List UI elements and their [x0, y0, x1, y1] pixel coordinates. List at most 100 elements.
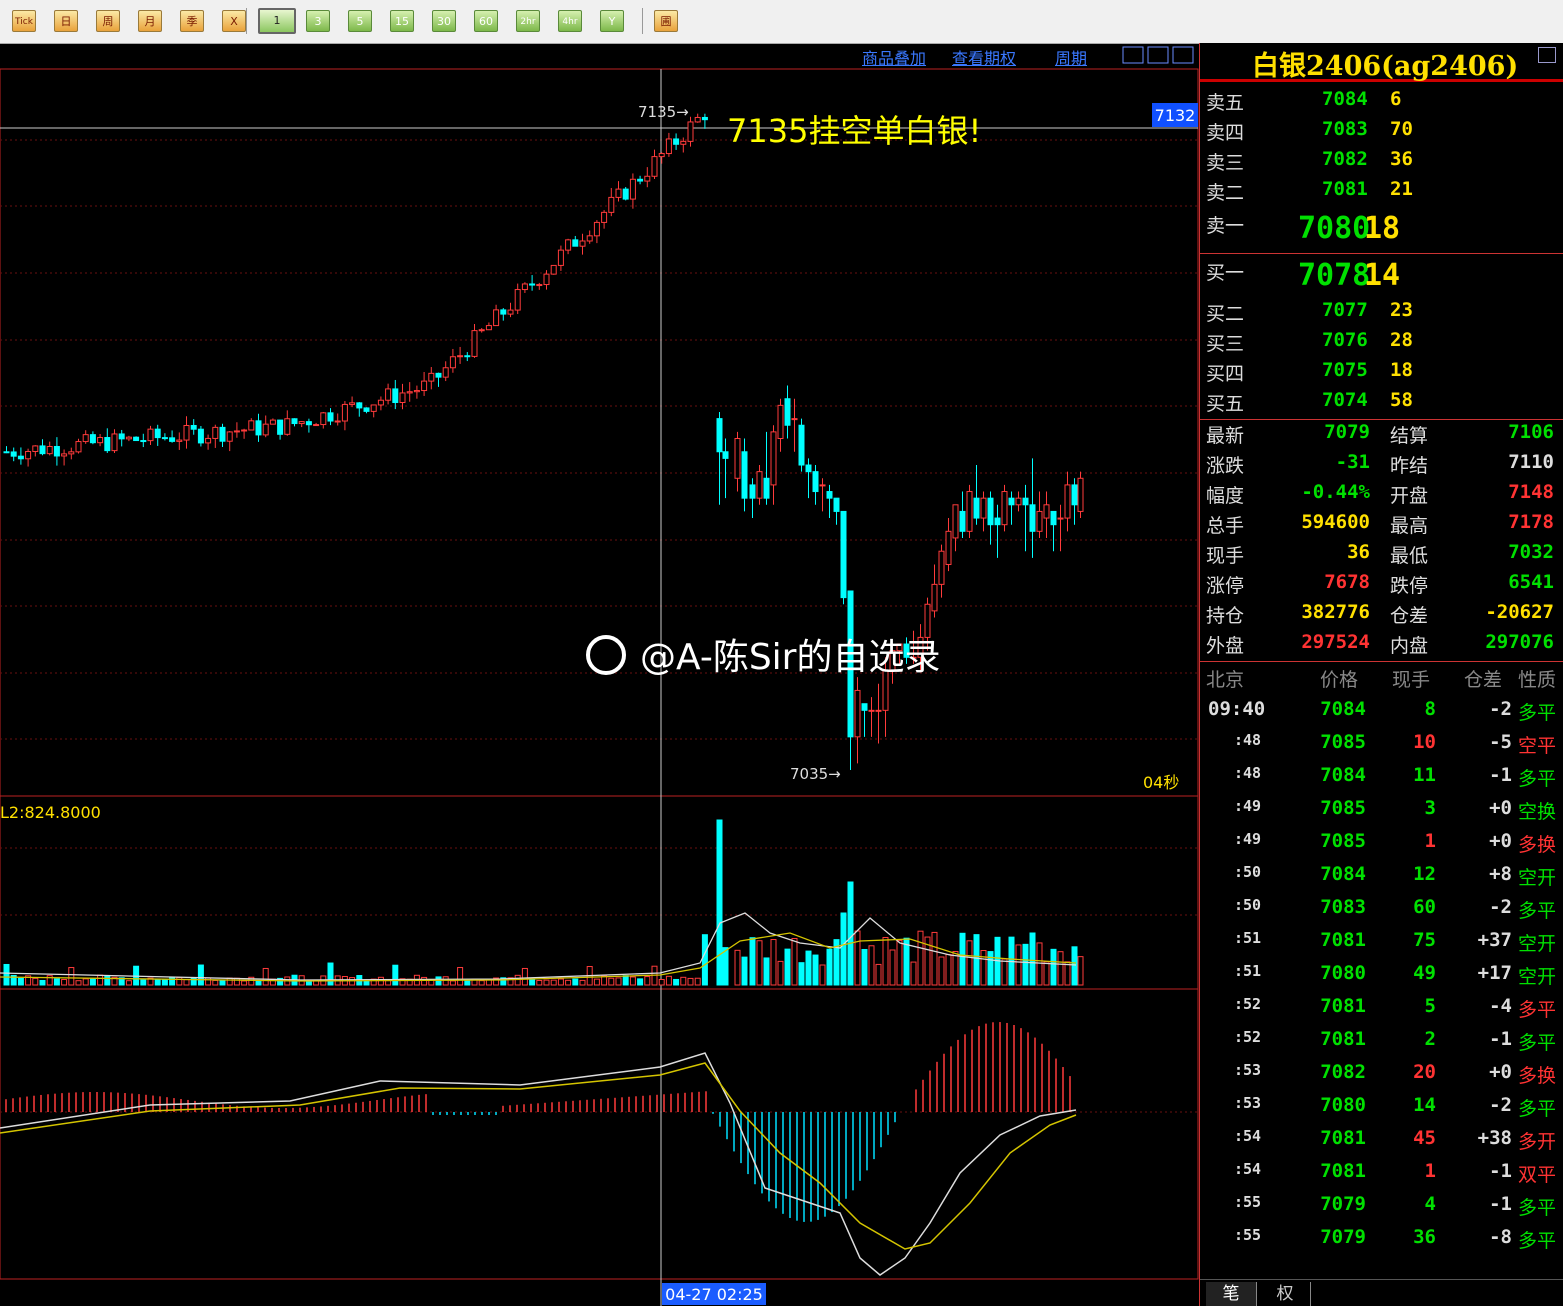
volume-bar — [464, 979, 471, 986]
volume-bar — [826, 948, 833, 986]
stat-value: 36 — [1347, 541, 1370, 563]
volume-bar — [673, 978, 680, 986]
panel-tab-1[interactable]: 权 — [1260, 1282, 1311, 1306]
trade-time: :50 — [1234, 896, 1262, 914]
period-button-6[interactable]: 1 — [258, 8, 296, 34]
price-candle — [543, 273, 550, 286]
price-candle — [959, 510, 966, 532]
panel-tab-0[interactable]: 笔 — [1206, 1282, 1257, 1306]
price-candle — [805, 464, 812, 473]
price-candle — [840, 510, 847, 599]
volume-bar — [749, 937, 756, 986]
stat-row: 外盘 297524 内盘 297076 — [1200, 631, 1563, 661]
price-candle — [356, 402, 363, 409]
volume-bar — [161, 979, 168, 986]
price-candle — [75, 441, 82, 453]
kline-chart[interactable]: 7135→ 7035→ 7135挂空单白银! 7132 04秒 L2:824.8000 04… — [0, 43, 1199, 1306]
period-link[interactable]: 周期 — [1055, 45, 1087, 69]
volume-bar — [363, 980, 370, 986]
ask-price: 7081 — [1322, 178, 1368, 200]
price-candle — [428, 372, 435, 382]
stat-value: 7678 — [1324, 571, 1370, 593]
period-button-10[interactable]: 30 — [432, 10, 456, 32]
bid-row: 买二 7077 23 — [1200, 299, 1563, 329]
price-candle — [17, 455, 24, 460]
price-candle — [61, 453, 68, 457]
trade-time: :51 — [1234, 929, 1262, 947]
annotation-text: 7135挂空单白银! — [727, 112, 981, 150]
period-button-2[interactable]: 周 — [96, 10, 120, 32]
trade-header: 仓差 — [1464, 669, 1503, 691]
view-options-link[interactable]: 查看期权 — [952, 45, 1016, 69]
trade-price: 7085 — [1320, 830, 1366, 852]
period-button-14[interactable]: Y — [600, 10, 624, 32]
trade-qty: 75 — [1413, 929, 1436, 951]
period-button-7[interactable]: 3 — [306, 10, 330, 32]
ask-level-label: 卖四 — [1206, 122, 1245, 144]
bid-qty: 18 — [1390, 359, 1413, 381]
trade-price: 7081 — [1320, 995, 1366, 1017]
volume-bar — [694, 977, 701, 986]
price-candle — [68, 451, 75, 455]
volume-bar — [565, 979, 572, 986]
stat-row: 涨跌 -31 昨结 7110 — [1200, 451, 1563, 481]
price-candle — [763, 477, 770, 499]
volume-bar — [392, 964, 399, 986]
volume-bar — [1043, 961, 1050, 986]
trade-price: 7084 — [1320, 698, 1366, 720]
trade-oi-change: -5 — [1489, 731, 1512, 753]
bid-price: 7074 — [1322, 389, 1368, 411]
volume-bar — [1050, 948, 1057, 986]
period-button-8[interactable]: 5 — [348, 10, 372, 32]
period-button-13[interactable]: 4hr — [558, 10, 582, 32]
volume-bar — [763, 957, 770, 986]
overlay-commodity-link[interactable]: 商品叠加 — [862, 45, 926, 69]
period-button-15[interactable]: 圃 — [654, 10, 678, 32]
period-button-9[interactable]: 15 — [390, 10, 414, 32]
period-button-5[interactable]: X — [222, 10, 246, 32]
period-button-4[interactable]: 季 — [180, 10, 204, 32]
volume-bar — [770, 939, 777, 986]
trade-row: :52 7081 5 -4 多平 — [1200, 995, 1563, 1025]
volume-bar — [1001, 958, 1008, 986]
price-candle — [269, 419, 276, 425]
trade-oi-change: -8 — [1489, 1226, 1512, 1248]
stat-label: 内盘 — [1390, 635, 1429, 657]
period-button-0[interactable]: Tick — [12, 10, 36, 32]
price-candle — [749, 484, 756, 499]
trade-price: 7084 — [1320, 863, 1366, 885]
period-button-1[interactable]: 日 — [54, 10, 78, 32]
volume-bar — [854, 930, 861, 986]
period-button-12[interactable]: 2hr — [516, 10, 540, 32]
bid-qty: 23 — [1390, 299, 1413, 321]
bid-level-label: 买二 — [1206, 303, 1245, 325]
bid-row: 买五 7074 58 — [1200, 389, 1563, 419]
price-candle — [938, 550, 945, 585]
period-button-11[interactable]: 60 — [474, 10, 498, 32]
price-candle — [219, 426, 226, 442]
period-button-3[interactable]: 月 — [138, 10, 162, 32]
stat-value: 7110 — [1508, 451, 1554, 473]
trade-price: 7085 — [1320, 731, 1366, 753]
volume-bar — [680, 976, 687, 986]
trade-nature: 空开 — [1518, 933, 1557, 955]
trade-price: 7080 — [1320, 1094, 1366, 1116]
volume-bar — [449, 980, 456, 986]
volume-bar — [966, 940, 973, 986]
toolbar-separator — [246, 8, 247, 34]
maximize-icon[interactable] — [1538, 47, 1556, 63]
volume-bar — [327, 962, 334, 986]
volume-bar — [579, 979, 586, 986]
trade-qty: 12 — [1413, 863, 1436, 885]
volume-bar — [973, 934, 980, 986]
price-candle — [399, 392, 406, 404]
price-candle — [493, 309, 500, 327]
price-candle — [1064, 484, 1071, 519]
stat-label: 跌停 — [1390, 575, 1429, 597]
trade-oi-change: -4 — [1489, 995, 1512, 1017]
trade-price: 7082 — [1320, 1061, 1366, 1083]
price-candle — [471, 330, 478, 357]
volume-bar — [805, 950, 812, 986]
ask-level-label: 卖三 — [1206, 152, 1245, 174]
chart-canvas[interactable]: 7135→ 7035→ 7135挂空单白银! 7132 04秒 L2:824.8000 04… — [0, 43, 1199, 1306]
